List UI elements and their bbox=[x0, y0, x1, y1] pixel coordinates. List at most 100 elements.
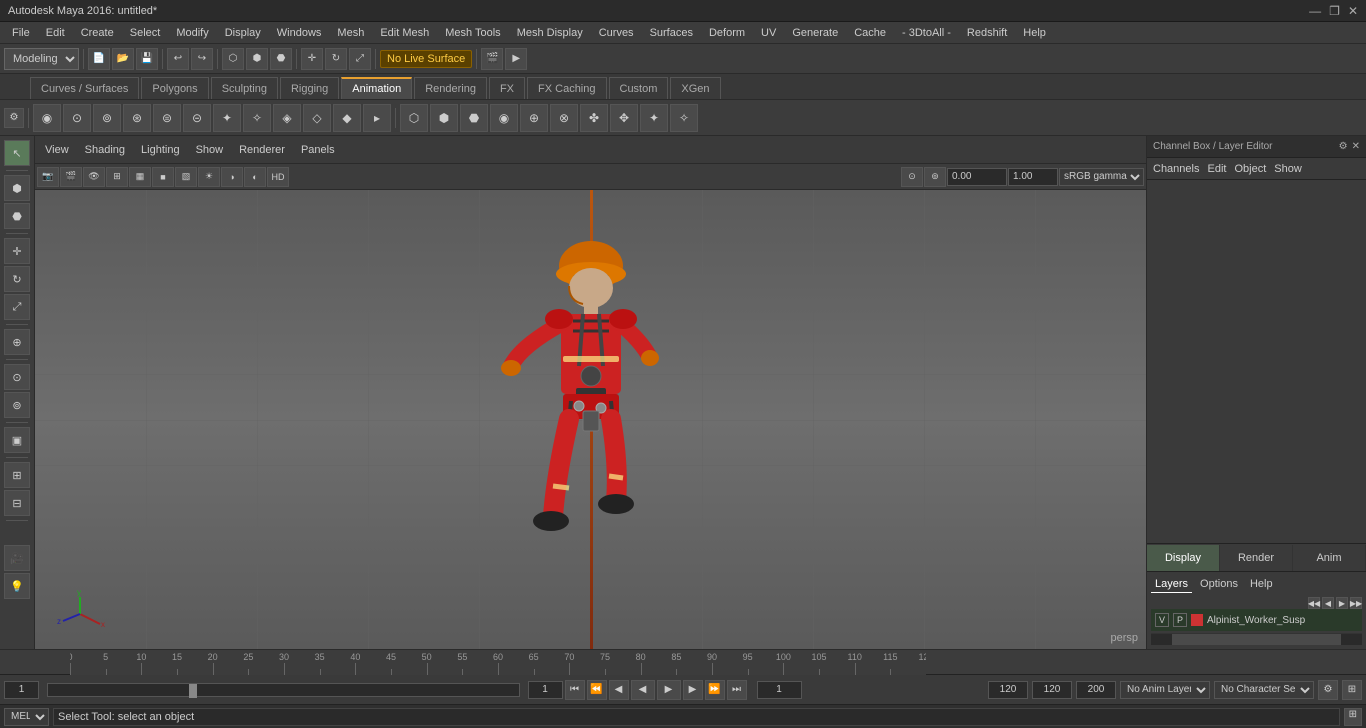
show-manipulator[interactable]: ⊕ bbox=[4, 329, 30, 355]
render-settings-btn[interactable]: 🎬 bbox=[481, 48, 503, 70]
range-slider[interactable] bbox=[47, 683, 520, 697]
shelf-tab-animation[interactable]: Animation bbox=[341, 77, 412, 99]
shelf-icon-20[interactable]: ✥ bbox=[610, 104, 638, 132]
workspace-dropdown[interactable]: Modeling bbox=[4, 48, 79, 70]
play-back-btn[interactable]: ◀ bbox=[631, 680, 655, 700]
shelf-icon-17[interactable]: ⊕ bbox=[520, 104, 548, 132]
layer-scroll-right[interactable]: ▶ bbox=[1336, 597, 1348, 609]
playback-frame-input[interactable] bbox=[757, 681, 802, 699]
play-btn[interactable]: ▶ bbox=[657, 680, 681, 700]
edit-nav[interactable]: Edit bbox=[1207, 163, 1226, 175]
menu-item-display[interactable]: Display bbox=[217, 25, 269, 41]
shelf-icon-8[interactable]: ✧ bbox=[243, 104, 271, 132]
show-menu[interactable]: Show bbox=[190, 142, 230, 158]
lasso-tool-btn[interactable]: ⬢ bbox=[246, 48, 268, 70]
vp-shadow-btn[interactable]: ◑ bbox=[221, 167, 243, 187]
shelf-tab-fxcaching[interactable]: FX Caching bbox=[527, 77, 606, 99]
anim-layer-dropdown[interactable]: No Anim Layer bbox=[1120, 681, 1210, 699]
anim-tab[interactable]: Anim bbox=[1293, 545, 1366, 571]
open-file-btn[interactable]: 📂 bbox=[112, 48, 134, 70]
menu-item-surfaces[interactable]: Surfaces bbox=[642, 25, 701, 41]
save-btn[interactable]: 💾 bbox=[136, 48, 158, 70]
vp-light-btn[interactable]: ☀ bbox=[198, 167, 220, 187]
shelf-icon-16[interactable]: ◉ bbox=[490, 104, 518, 132]
layer-scroll-right2[interactable]: ▶▶ bbox=[1350, 597, 1362, 609]
lighting-menu[interactable]: Lighting bbox=[135, 142, 186, 158]
camera-tool[interactable]: 🎥 bbox=[4, 545, 30, 571]
shelf-icon-22[interactable]: ✧ bbox=[670, 104, 698, 132]
new-file-btn[interactable]: 📄 bbox=[88, 48, 110, 70]
right-panel-close[interactable]: ✕ bbox=[1352, 141, 1360, 152]
vp-wireframe-btn[interactable]: ▦ bbox=[129, 167, 151, 187]
right-panel-settings[interactable]: ⚙ bbox=[1339, 141, 1348, 152]
step-back-btn[interactable]: ⏪ bbox=[587, 680, 607, 700]
shelf-icon-21[interactable]: ✦ bbox=[640, 104, 668, 132]
region-select[interactable]: ▣ bbox=[4, 427, 30, 453]
close-button[interactable]: ✕ bbox=[1348, 4, 1358, 18]
next-frame-btn[interactable]: ▶ bbox=[683, 680, 703, 700]
paint-select[interactable]: ⬣ bbox=[4, 203, 30, 229]
shelf-gear-btn[interactable]: ⚙ bbox=[4, 108, 24, 128]
view-menu[interactable]: View bbox=[39, 142, 75, 158]
menu-item-mesh[interactable]: Mesh bbox=[329, 25, 372, 41]
sculpt-tool[interactable]: ⊚ bbox=[4, 392, 30, 418]
menu-item-edit-mesh[interactable]: Edit Mesh bbox=[372, 25, 437, 41]
shelf-icon-1[interactable]: ◉ bbox=[33, 104, 61, 132]
shelf-icon-5[interactable]: ⊜ bbox=[153, 104, 181, 132]
select-tool-btn[interactable]: ⬡ bbox=[222, 48, 244, 70]
shading-menu[interactable]: Shading bbox=[79, 142, 131, 158]
layer-scroll-left[interactable]: ◀◀ bbox=[1308, 597, 1320, 609]
anim-end-input1[interactable] bbox=[1032, 681, 1072, 699]
redo-btn[interactable]: ↪ bbox=[191, 48, 213, 70]
snap-to-grid[interactable]: ⊞ bbox=[4, 462, 30, 488]
mel-python-dropdown[interactable]: MEL Python bbox=[4, 708, 49, 726]
move-tool[interactable]: ✛ bbox=[4, 238, 30, 264]
menu-item-redshift[interactable]: Redshift bbox=[959, 25, 1015, 41]
shelf-tab-xgen[interactable]: XGen bbox=[670, 77, 720, 99]
shelf-icon-2[interactable]: ⊙ bbox=[63, 104, 91, 132]
vp-texture-btn[interactable]: ▧ bbox=[175, 167, 197, 187]
soft-mod[interactable]: ⊙ bbox=[4, 364, 30, 390]
options-tab[interactable]: Options bbox=[1196, 576, 1242, 593]
shelf-icon-15[interactable]: ⬣ bbox=[460, 104, 488, 132]
maximize-button[interactable]: ❐ bbox=[1329, 4, 1340, 18]
range-slider-thumb[interactable] bbox=[189, 684, 197, 698]
menu-item-curves[interactable]: Curves bbox=[591, 25, 642, 41]
go-end-btn[interactable]: ⏭ bbox=[727, 680, 747, 700]
vp-hq-btn[interactable]: HD bbox=[267, 167, 289, 187]
shelf-tab-custom[interactable]: Custom bbox=[609, 77, 669, 99]
menu-item-deform[interactable]: Deform bbox=[701, 25, 753, 41]
vp-solid-btn[interactable]: ■ bbox=[152, 167, 174, 187]
undo-btn[interactable]: ↩ bbox=[167, 48, 189, 70]
shelf-icon-11[interactable]: ◆ bbox=[333, 104, 361, 132]
menu-item-uv[interactable]: UV bbox=[753, 25, 784, 41]
char-set-dropdown[interactable]: No Character Set bbox=[1214, 681, 1314, 699]
light-tool[interactable]: 💡 bbox=[4, 573, 30, 599]
layer-playback-btn[interactable]: P bbox=[1173, 613, 1187, 627]
snap-to-curve[interactable]: ⊟ bbox=[4, 490, 30, 516]
prev-frame-btn[interactable]: ◀ bbox=[609, 680, 629, 700]
paint-tool-btn[interactable]: ⬣ bbox=[270, 48, 292, 70]
menu-item-mesh-tools[interactable]: Mesh Tools bbox=[437, 25, 508, 41]
anim-end-input2[interactable] bbox=[1076, 681, 1116, 699]
menu-item-edit[interactable]: Edit bbox=[38, 25, 73, 41]
go-start-btn[interactable]: ⏮ bbox=[565, 680, 585, 700]
menu-item-generate[interactable]: Generate bbox=[784, 25, 846, 41]
shelf-icon-19[interactable]: ✤ bbox=[580, 104, 608, 132]
vp-grid-btn[interactable]: ⊞ bbox=[106, 167, 128, 187]
shelf-icon-3[interactable]: ⊚ bbox=[93, 104, 121, 132]
show-nav[interactable]: Show bbox=[1274, 163, 1302, 175]
scale-tool-btn[interactable]: ⤢ bbox=[349, 48, 371, 70]
shelf-icon-10[interactable]: ◇ bbox=[303, 104, 331, 132]
layer-visibility-btn[interactable]: V bbox=[1155, 613, 1169, 627]
vp-camera-btn[interactable]: 📷 bbox=[37, 167, 59, 187]
menu-item-help[interactable]: Help bbox=[1015, 25, 1054, 41]
layers-tab[interactable]: Layers bbox=[1151, 576, 1192, 593]
viewport-canvas[interactable]: x y z persp bbox=[35, 190, 1146, 649]
range-end-input[interactable] bbox=[988, 681, 1028, 699]
shelf-icon-12[interactable]: ▸ bbox=[363, 104, 391, 132]
render-btn[interactable]: ▶ bbox=[505, 48, 527, 70]
rotate-tool-btn[interactable]: ↻ bbox=[325, 48, 347, 70]
shelf-icon-4[interactable]: ⊛ bbox=[123, 104, 151, 132]
move-tool-btn[interactable]: ✛ bbox=[301, 48, 323, 70]
